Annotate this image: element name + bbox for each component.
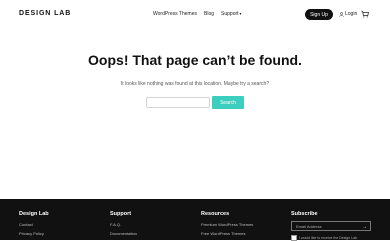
search-button[interactable]: Search bbox=[212, 96, 244, 109]
nav-item-wordpress-themes[interactable]: WordPress Themes bbox=[153, 11, 197, 17]
consent-checkbox[interactable] bbox=[291, 235, 297, 241]
footer-heading: Resources bbox=[201, 211, 230, 217]
email-field[interactable]: Email Address → bbox=[291, 221, 371, 231]
email-placeholder: Email Address bbox=[296, 223, 322, 229]
footer-link-contact[interactable]: Contact bbox=[19, 222, 49, 227]
footer-col-subscribe: Subscribe Email Address → I would like t… bbox=[291, 211, 371, 241]
login-link[interactable]: Login bbox=[339, 11, 357, 17]
footer-link-documentation[interactable]: Documentation bbox=[110, 231, 137, 236]
nav-item-support-label: Support bbox=[221, 11, 239, 17]
page-subtitle: It looks like nothing was found at this … bbox=[120, 81, 270, 87]
site-footer: Design Lab Contact Privacy Policy Suppor… bbox=[0, 199, 390, 241]
footer-link-faq[interactable]: F.A.Q. bbox=[110, 222, 137, 227]
footer-col-design-lab: Design Lab Contact Privacy Policy bbox=[19, 211, 49, 240]
footer-heading: Design Lab bbox=[19, 211, 49, 217]
site-logo[interactable]: DESIGN LAB bbox=[19, 10, 71, 17]
footer-link-premium-themes[interactable]: Premium WordPress Themes bbox=[201, 222, 253, 227]
arrow-right-icon[interactable]: → bbox=[362, 224, 367, 230]
footer-col-support: Support F.A.Q. Documentation bbox=[110, 211, 137, 240]
search-input[interactable] bbox=[146, 97, 210, 108]
signup-button[interactable]: Sign Up bbox=[305, 9, 333, 20]
consent-row: I would like to receive the Design Lab bbox=[291, 235, 357, 241]
footer-col-resources: Resources Premium WordPress Themes Free … bbox=[201, 211, 253, 240]
nav-item-support[interactable]: Support▾ bbox=[221, 11, 242, 17]
footer-link-privacy[interactable]: Privacy Policy bbox=[19, 231, 49, 236]
footer-heading: Subscribe bbox=[291, 211, 318, 217]
consent-label: I would like to receive the Design Lab bbox=[299, 236, 357, 240]
cart-icon[interactable] bbox=[361, 10, 369, 18]
chevron-down-icon: ▾ bbox=[239, 11, 242, 16]
footer-link-free-themes[interactable]: Free WordPress Themes bbox=[201, 231, 253, 236]
site-header: DESIGN LAB WordPress Themes Blog Support… bbox=[0, 0, 390, 30]
page-title: Oops! That page can’t be found. bbox=[88, 52, 302, 68]
main-nav: WordPress Themes Blog Support▾ bbox=[153, 11, 242, 17]
user-icon bbox=[339, 11, 344, 17]
login-label: Login bbox=[345, 11, 358, 17]
nav-item-blog[interactable]: Blog bbox=[204, 11, 214, 17]
footer-heading: Support bbox=[110, 211, 132, 217]
